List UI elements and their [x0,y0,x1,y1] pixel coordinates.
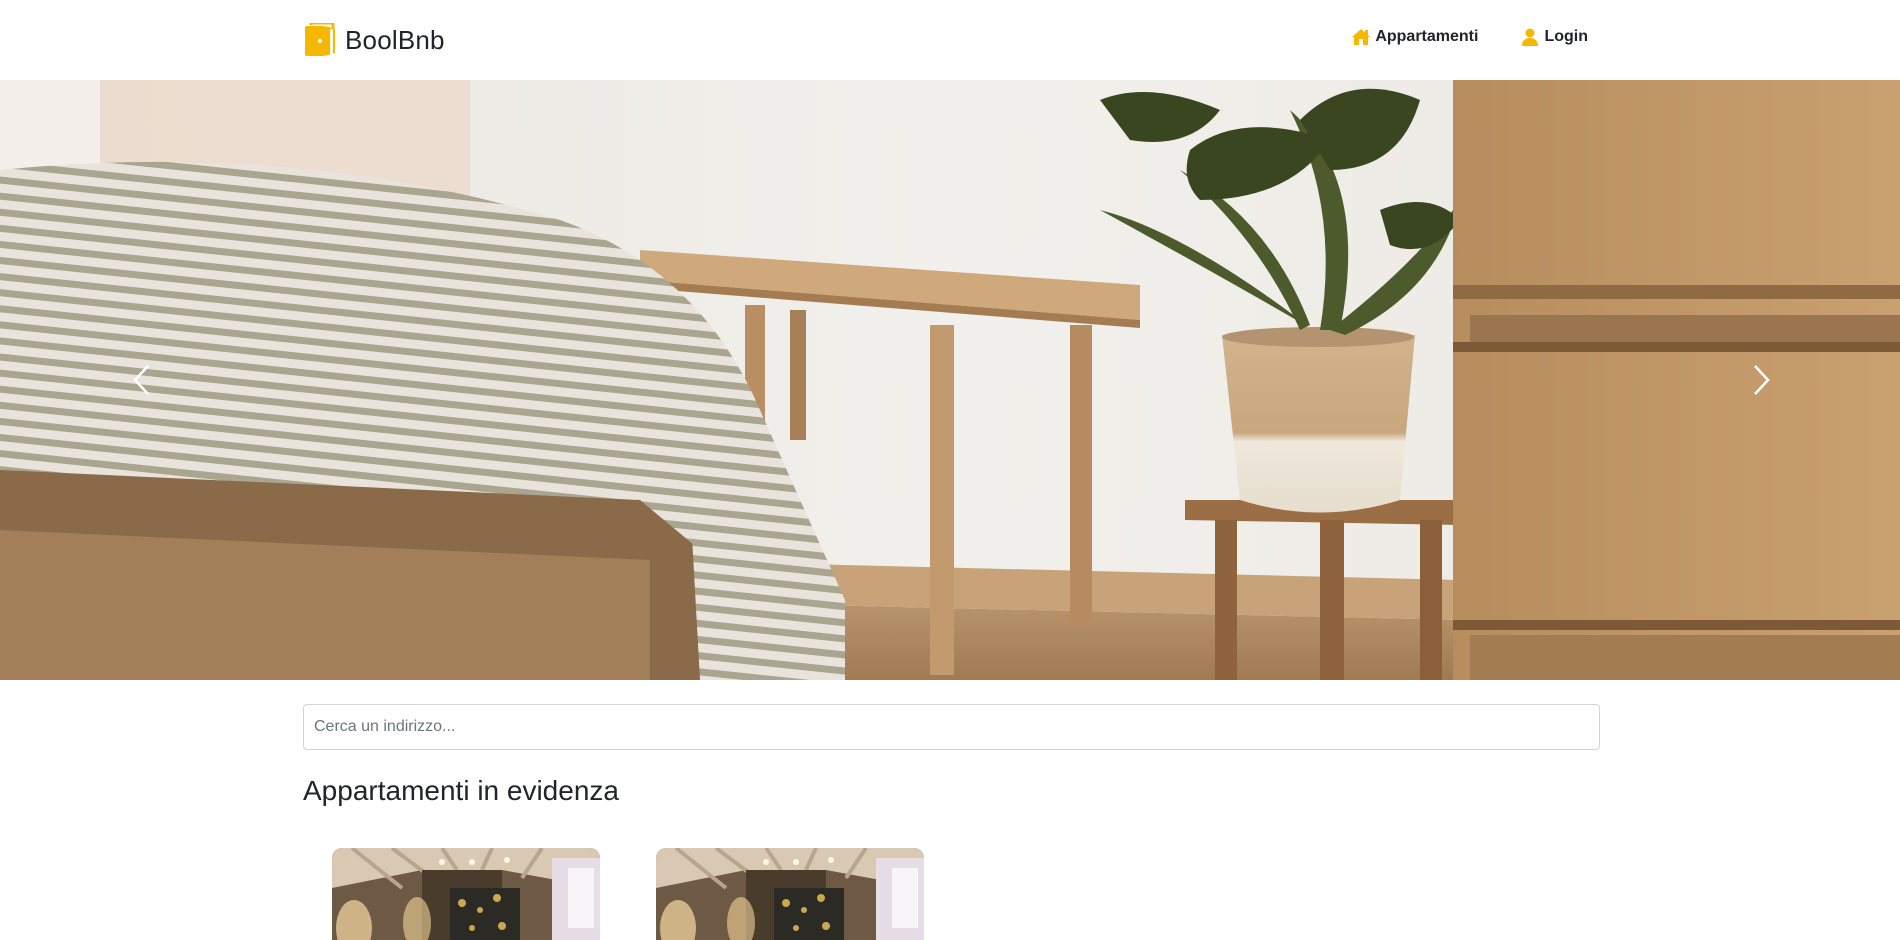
apartment-photo [656,848,924,940]
search-input[interactable] [303,704,1600,750]
nav-links: Appartamenti Login [1351,28,1588,46]
nav-item-appartamenti[interactable]: Appartamenti [1351,28,1478,46]
apartment-card[interactable] [332,848,600,940]
brand-link[interactable]: BoolBnb [303,22,445,58]
house-icon [1352,29,1371,45]
apartment-card[interactable] [656,848,924,940]
brand-name: BoolBnb [345,24,445,55]
hero-carousel [0,80,1900,680]
door-icon [305,23,335,56]
user-icon [1522,28,1539,46]
hero-image [0,80,1900,680]
apartment-photo [332,848,600,940]
nav-item-login[interactable]: Login [1520,28,1588,46]
chevron-right-icon [1754,365,1770,395]
nav-item-label: Login [1544,28,1588,45]
navbar: BoolBnb Appartamenti Login [0,0,1900,80]
chevron-left-icon [133,365,149,395]
featured-section-title: Appartamenti in evidenza [303,775,619,806]
carousel-next-button[interactable] [1731,350,1791,410]
nav-item-label: Appartamenti [1375,28,1479,45]
carousel-prev-button[interactable] [112,350,172,410]
